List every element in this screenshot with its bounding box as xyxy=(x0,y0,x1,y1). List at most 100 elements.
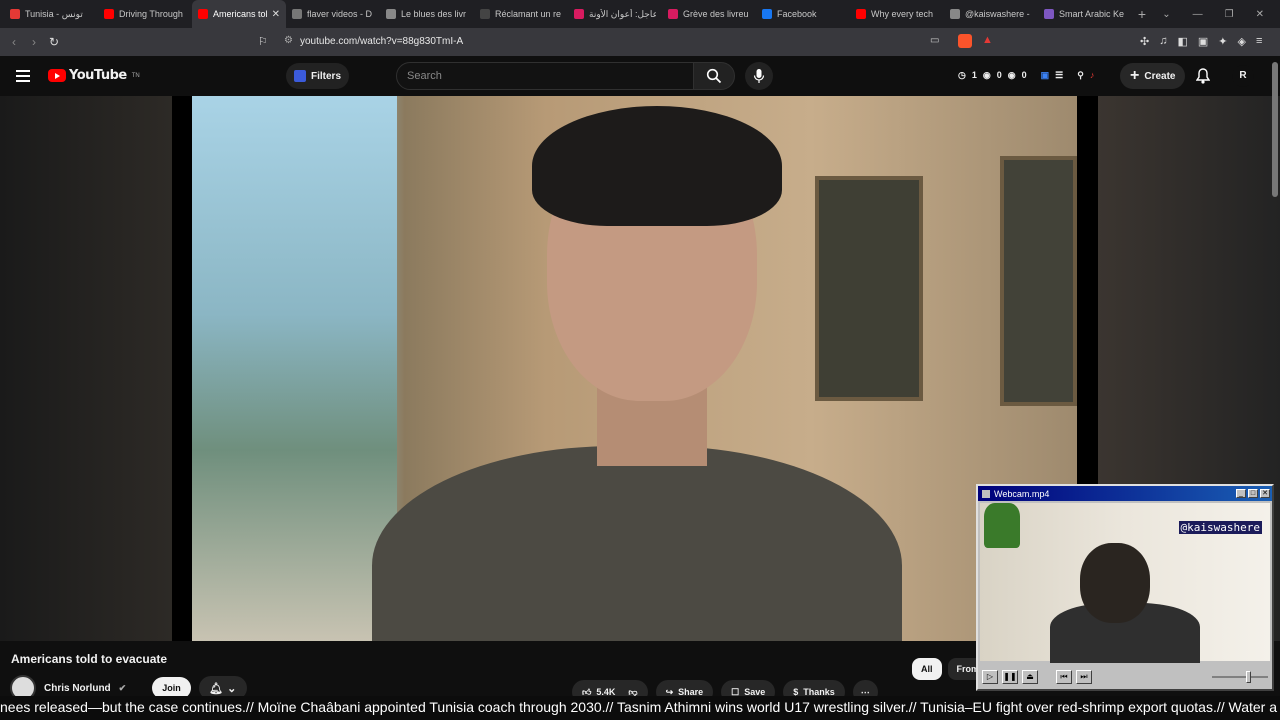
webcam-maximize-button[interactable]: □ xyxy=(1248,489,1258,498)
ext-chat-icon[interactable]: ▣ xyxy=(1041,70,1050,81)
browser-tab[interactable]: Réclamant un re xyxy=(474,0,568,28)
tab-label: @kaiswashere - xyxy=(965,9,1030,19)
verified-icon: ✔ xyxy=(118,682,127,693)
browser-tab[interactable]: عاجل: أعوان الأونة xyxy=(568,0,662,28)
create-button[interactable]: + Create xyxy=(1120,63,1186,89)
play-icon[interactable]: ▷ xyxy=(982,670,998,684)
tab-label: Americans told xyxy=(213,9,267,19)
logo-country: TN xyxy=(131,72,140,79)
pause-icon[interactable]: ❚❚ xyxy=(1002,670,1018,684)
webcam-minimize-button[interactable]: _ xyxy=(1236,489,1246,498)
browser-tab[interactable]: Why every tech xyxy=(850,0,944,28)
tab-favicon-icon xyxy=(762,9,772,19)
forward-icon[interactable]: › xyxy=(24,35,44,49)
tab-favicon-icon xyxy=(386,9,396,19)
tab-favicon-icon xyxy=(480,9,490,19)
youtube-play-icon xyxy=(48,69,66,82)
reload-icon[interactable]: ↻ xyxy=(44,35,64,49)
search-input[interactable]: Search xyxy=(396,62,694,90)
site-info-icon[interactable]: ⚙ xyxy=(284,35,293,46)
youtube-logo[interactable]: YouTube TN xyxy=(48,68,140,83)
notifications-bell-icon[interactable] xyxy=(1195,68,1211,89)
address-bar-row: ‹ › ↻ ⚐ ⚙ youtube.com/watch?v=88g830TmI-… xyxy=(0,28,1280,56)
chevron-down-icon: ⌄ xyxy=(227,682,237,695)
search-icon xyxy=(706,68,722,84)
tab-label: Smart Arabic Ke xyxy=(1059,9,1125,19)
microphone-icon xyxy=(753,69,765,83)
ext-list-icon[interactable]: ☰ xyxy=(1055,70,1063,81)
wallet-icon[interactable]: ▣ xyxy=(1198,35,1208,48)
browser-tab[interactable]: @kaiswashere - xyxy=(944,0,1038,28)
window-controls: ⌄ — ❐ ✕ xyxy=(1162,0,1280,28)
browser-tab[interactable]: Tunisia - تونس xyxy=(4,0,98,28)
video-window-view xyxy=(192,96,397,641)
webcam-video: @kaiswashere xyxy=(980,503,1270,663)
wall-poster-right xyxy=(1000,156,1077,406)
channel-name[interactable]: Chris Norlund xyxy=(44,683,111,694)
webcam-titlebar[interactable]: Webcam.mp4 _ □ ✕ xyxy=(978,486,1272,501)
vpn-icon[interactable]: ◈ xyxy=(1238,35,1246,48)
page-scrollbar[interactable] xyxy=(1272,62,1278,197)
extensions-icon[interactable]: ✣ xyxy=(1140,35,1149,48)
filters-label: Filters xyxy=(311,70,342,82)
webcam-window[interactable]: Webcam.mp4 _ □ ✕ @kaiswashere ▷ ❚❚ ⏏ ⏮ ⏭ xyxy=(976,484,1274,691)
next-icon[interactable]: ⏭ xyxy=(1076,670,1092,684)
tab-favicon-icon xyxy=(950,9,960,19)
filters-button[interactable]: Filters xyxy=(286,63,350,89)
guide-menu-icon[interactable] xyxy=(16,70,30,82)
tab-favicon-icon xyxy=(198,9,208,19)
webcam-close-button[interactable]: ✕ xyxy=(1260,489,1270,498)
tab-label: Tunisia - تونس xyxy=(25,8,83,19)
browser-tab[interactable]: Americans told ✕ xyxy=(192,0,286,28)
search-button[interactable] xyxy=(693,62,735,90)
create-label: Create xyxy=(1144,70,1176,82)
media-icon[interactable]: ♫ xyxy=(1159,35,1167,48)
tab-close-icon[interactable]: ✕ xyxy=(272,9,280,20)
video-player[interactable] xyxy=(172,96,1098,641)
tab-label: Driving Through xyxy=(119,9,183,19)
browser-tab[interactable]: Smart Arabic Ke xyxy=(1038,0,1132,28)
bookmark-icon[interactable]: ⚐ xyxy=(258,35,268,48)
webcam-controls: ▷ ❚❚ ⏏ ⏮ ⏭ xyxy=(982,669,1268,685)
stat-clock-icon: ◷ xyxy=(958,70,966,80)
tab-strip: Tunisia - تونس Driving Through Americans t… xyxy=(0,0,1132,28)
webcam-person-head xyxy=(1080,543,1150,623)
chip-all[interactable]: All xyxy=(912,658,942,680)
account-avatar[interactable]: R xyxy=(1232,65,1254,87)
volume-slider-thumb[interactable] xyxy=(1246,671,1251,683)
back-icon[interactable]: ‹ xyxy=(4,35,24,49)
extension-icons: ✣ ♫ ◧ ▣ ✦ ◈ ≡ xyxy=(1140,35,1262,48)
browser-tab[interactable]: Le blues des livr xyxy=(380,0,474,28)
previous-icon[interactable]: ⏮ xyxy=(1056,670,1072,684)
ext-bell-icon[interactable]: ♪ xyxy=(1090,70,1095,81)
tab-favicon-icon xyxy=(292,9,302,19)
brave-rewards-icon[interactable]: ▲ xyxy=(982,34,993,46)
restore-button[interactable]: ❐ xyxy=(1225,9,1234,20)
minimize-button[interactable]: — xyxy=(1193,9,1203,20)
voice-search-button[interactable] xyxy=(745,62,773,90)
bell-icon: 🔔︎ xyxy=(209,682,224,695)
sidebar-icon[interactable]: ◧ xyxy=(1177,35,1187,48)
tab-label: flaver videos - D xyxy=(307,9,373,19)
browser-tab[interactable]: Grève des livreu xyxy=(662,0,756,28)
browser-tab[interactable]: Facebook xyxy=(756,0,850,28)
webcam-window-controls: _ □ ✕ xyxy=(1236,489,1272,498)
new-tab-button[interactable]: + xyxy=(1132,6,1152,22)
stat-eye2-icon: ◉ xyxy=(1007,70,1016,80)
news-ticker: nees released—but the case continues.// … xyxy=(0,696,1280,720)
url-field[interactable]: youtube.com/watch?v=88g830TmI-A xyxy=(300,36,463,47)
cast-icon[interactable]: ▭ xyxy=(930,35,939,46)
browser-tab[interactable]: Driving Through xyxy=(98,0,192,28)
leo-icon[interactable]: ✦ xyxy=(1218,35,1227,48)
tab-favicon-icon xyxy=(668,9,678,19)
tab-list-icon[interactable]: ⌄ xyxy=(1162,9,1170,20)
eject-icon[interactable]: ⏏ xyxy=(1022,670,1038,684)
close-window-button[interactable]: ✕ xyxy=(1256,9,1264,20)
ext-globe-icon[interactable]: ⚲ xyxy=(1077,70,1084,81)
brave-shield-icon[interactable] xyxy=(958,34,972,48)
youtube-header: YouTube TN Filters Search ◷ 1 ◉ 0 ◉ 0 ▣ ☰ ⚲… xyxy=(0,56,1280,96)
tab-label: Why every tech xyxy=(871,9,934,19)
browser-tab[interactable]: flaver videos - D xyxy=(286,0,380,28)
volume-slider[interactable] xyxy=(1212,671,1268,683)
menu-icon[interactable]: ≡ xyxy=(1256,35,1262,48)
